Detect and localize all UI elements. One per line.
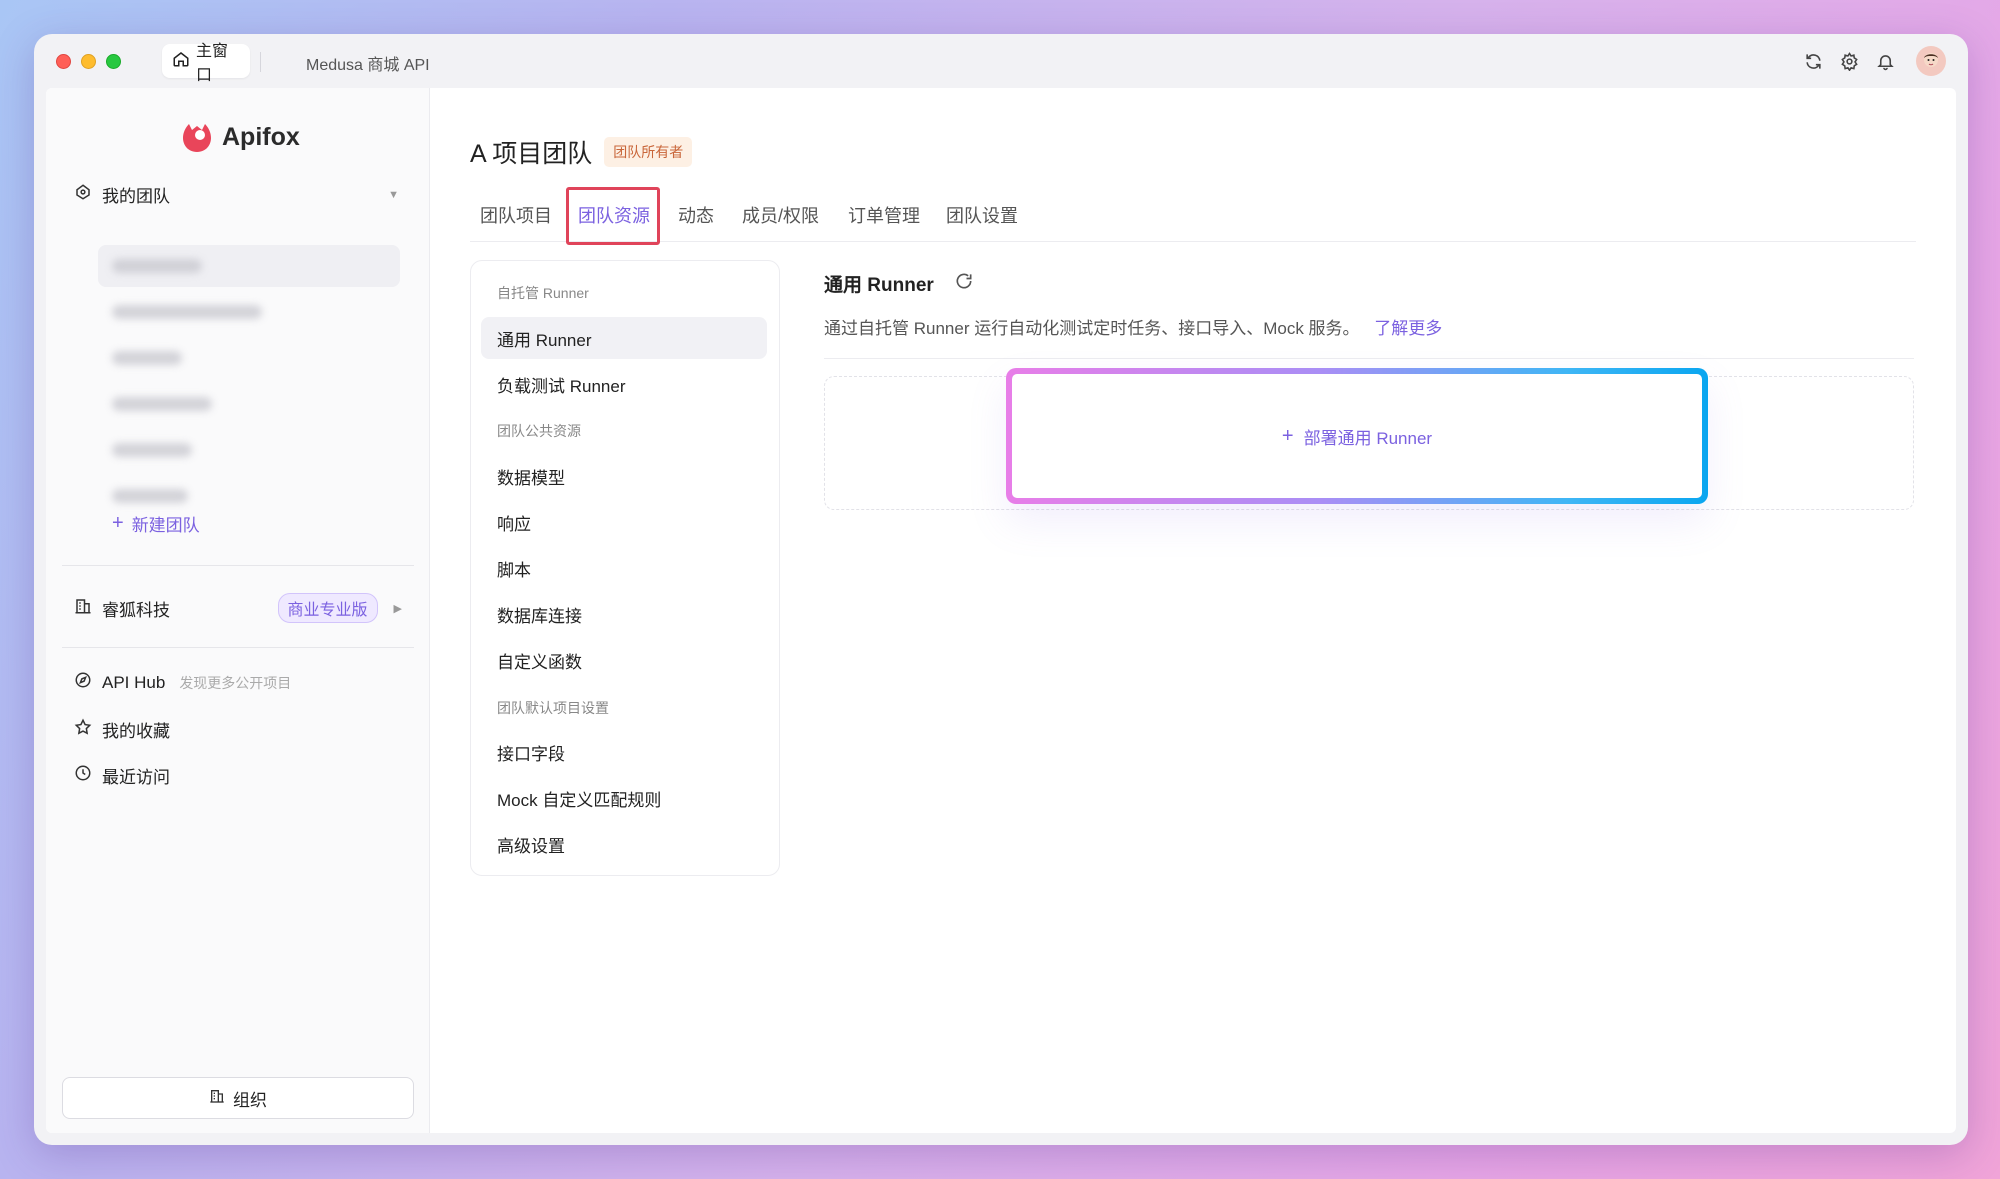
subnav-item-load-test-runner[interactable]: 负载测试 Runner	[481, 363, 767, 405]
blurred-team-name	[112, 443, 192, 457]
team-list-item[interactable]	[98, 291, 400, 333]
blurred-team-name	[112, 489, 188, 503]
panel-header: 通用 Runner	[824, 270, 974, 297]
star-icon	[74, 718, 92, 741]
organization-button[interactable]: 组织	[62, 1077, 414, 1119]
home-icon	[172, 50, 190, 73]
subnav-group-title: 自托管 Runner	[497, 285, 589, 301]
apifox-logo: Apifox	[180, 120, 300, 154]
building-icon	[209, 1088, 225, 1109]
subnav-item-responses[interactable]: 响应	[481, 501, 767, 543]
blurred-team-name	[112, 397, 212, 411]
blurred-team-name	[112, 259, 202, 273]
resource-subnav: 自托管 Runner 通用 Runner 负载测试 Runner 团队公共资源 …	[470, 260, 780, 876]
tab-divider	[260, 52, 261, 72]
recent-item[interactable]: 最近访问	[74, 763, 170, 788]
team-tabs: 团队项目 团队资源 动态 成员/权限 订单管理 团队设置	[470, 186, 1916, 245]
divider	[824, 358, 1914, 359]
app-window: 主窗口 Medusa 商城 API Apifox 我的团队 ▼ + 新建团队 睿…	[34, 34, 1968, 1145]
subnav-group-title: 团队默认项目设置	[497, 700, 609, 716]
team-icon	[74, 183, 92, 206]
subnav-item-db-connections[interactable]: 数据库连接	[481, 593, 767, 635]
clock-icon	[74, 764, 92, 787]
compass-icon	[74, 671, 92, 694]
minimize-window-button[interactable]	[81, 54, 96, 69]
panel-title: 通用 Runner	[824, 275, 934, 296]
team-list-item[interactable]	[98, 429, 400, 471]
home-tab[interactable]: 主窗口	[162, 43, 250, 84]
tab-orders[interactable]: 订单管理	[848, 202, 920, 228]
my-teams-header[interactable]: 我的团队	[74, 182, 170, 207]
subnav-group-title: 团队公共资源	[497, 423, 581, 439]
title-bar: 主窗口 Medusa 商城 API	[34, 34, 1968, 88]
favorites-label: 我的收藏	[102, 722, 170, 741]
bell-icon[interactable]	[1874, 50, 1896, 72]
blurred-team-name	[112, 351, 182, 365]
subnav-item-advanced-settings[interactable]: 高级设置	[481, 823, 767, 865]
gear-icon[interactable]	[1838, 50, 1860, 72]
refresh-icon[interactable]	[1802, 50, 1824, 72]
learn-more-link[interactable]: 了解更多	[1374, 319, 1442, 338]
subnav-item-general-runner[interactable]: 通用 Runner	[481, 317, 767, 359]
plus-icon: +	[112, 512, 124, 534]
brand-name: Apifox	[222, 122, 300, 151]
zoom-window-button[interactable]	[106, 54, 121, 69]
close-window-button[interactable]	[56, 54, 71, 69]
panel-description: 通过自托管 Runner 运行自动化测试定时任务、接口导入、Mock 服务。 了…	[824, 314, 1442, 339]
content-area: Apifox 我的团队 ▼ + 新建团队 睿狐科技 商业专业版 ▶ API Hu…	[46, 88, 1956, 1133]
home-tab-label: 主窗口	[196, 43, 229, 84]
favorites-item[interactable]: 我的收藏	[74, 717, 170, 742]
api-hub-label: API Hub	[102, 672, 166, 692]
page-title: A 项目团队	[470, 140, 593, 168]
subnav-item-api-fields[interactable]: 接口字段	[481, 731, 767, 773]
main-panel: A 项目团队 团队所有者 团队项目 团队资源 动态 成员/权限 订单管理 团队设…	[430, 88, 1956, 1133]
my-teams-label: 我的团队	[102, 187, 170, 206]
new-team-button[interactable]: + 新建团队	[112, 511, 200, 536]
tab-team-settings[interactable]: 团队设置	[946, 202, 1018, 228]
team-list-item[interactable]	[98, 245, 400, 287]
apifox-logo-icon	[183, 124, 211, 152]
refresh-icon[interactable]	[954, 271, 974, 296]
chevron-right-icon: ▶	[393, 602, 402, 615]
subnav-item-custom-functions[interactable]: 自定义函数	[481, 639, 767, 681]
subnav-item-mock-rules[interactable]: Mock 自定义匹配规则	[481, 777, 767, 819]
owner-badge: 团队所有者	[604, 137, 693, 167]
plan-badge: 商业专业版	[277, 593, 378, 623]
divider	[62, 647, 414, 648]
deploy-runner-button[interactable]: + 部署通用 Runner	[1012, 374, 1702, 498]
tab-highlight-box	[566, 187, 660, 245]
api-hub-subtitle: 发现更多公开项目	[179, 674, 292, 691]
sidebar: Apifox 我的团队 ▼ + 新建团队 睿狐科技 商业专业版 ▶ API Hu…	[46, 88, 430, 1133]
chevron-down-icon[interactable]: ▼	[388, 189, 399, 201]
new-team-label: 新建团队	[131, 516, 200, 535]
tab-members[interactable]: 成员/权限	[742, 202, 819, 228]
org-item[interactable]: 睿狐科技 商业专业版 ▶	[74, 593, 402, 623]
org-name: 睿狐科技	[102, 600, 170, 620]
project-tab[interactable]: Medusa 商城 API	[306, 51, 430, 75]
team-list-item[interactable]	[98, 383, 400, 425]
recent-label: 最近访问	[102, 768, 170, 787]
building-icon	[74, 597, 92, 620]
deploy-runner-label: 部署通用 Runner	[1303, 428, 1433, 448]
api-hub-item[interactable]: API Hub 发现更多公开项目	[74, 671, 291, 694]
team-list-item[interactable]	[98, 337, 400, 379]
blurred-team-name	[112, 305, 262, 319]
deploy-highlight-frame: + 部署通用 Runner	[1006, 368, 1708, 504]
subnav-item-scripts[interactable]: 脚本	[481, 547, 767, 589]
plus-icon: +	[1281, 424, 1294, 447]
description-text: 通过自托管 Runner 运行自动化测试定时任务、接口导入、Mock 服务。	[824, 319, 1360, 338]
team-header: A 项目团队 团队所有者	[470, 134, 693, 170]
subnav-item-data-models[interactable]: 数据模型	[481, 455, 767, 497]
tab-activity[interactable]: 动态	[678, 202, 714, 228]
tab-team-projects[interactable]: 团队项目	[480, 202, 552, 228]
titlebar-actions	[1802, 46, 1946, 76]
user-avatar[interactable]	[1916, 46, 1946, 76]
organization-label: 组织	[233, 1090, 267, 1110]
divider	[62, 565, 414, 566]
